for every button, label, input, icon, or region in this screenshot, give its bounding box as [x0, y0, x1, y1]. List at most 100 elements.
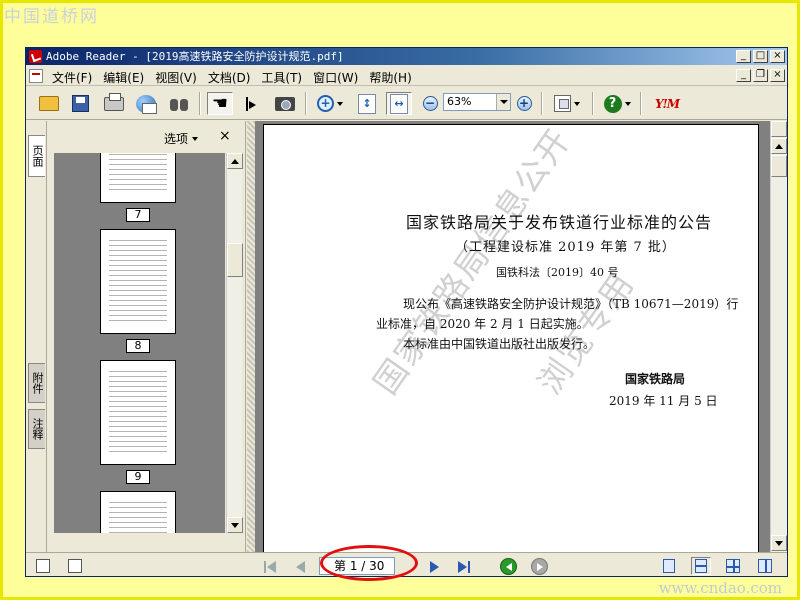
document-icon[interactable] — [29, 69, 43, 83]
print-button[interactable] — [101, 92, 127, 115]
toolbar-separator — [305, 92, 307, 115]
panel-splitter[interactable] — [247, 121, 255, 552]
thumbnail-list[interactable]: 7 8 9 — [54, 153, 225, 533]
facing-layout-button[interactable] — [723, 557, 743, 575]
search-button[interactable] — [166, 92, 192, 115]
select-text-icon — [244, 96, 260, 112]
next-view-button[interactable] — [531, 558, 548, 575]
first-page-button[interactable] — [262, 559, 278, 575]
menu-tools[interactable]: 工具(T) — [261, 69, 302, 86]
toolbar-separator — [199, 92, 201, 115]
email-icon — [136, 94, 157, 114]
chevron-down-icon — [574, 101, 580, 106]
page-number-field[interactable]: 第 1 / 30 页 — [319, 557, 395, 576]
chevron-down-icon — [624, 101, 631, 106]
zoom-tool-button[interactable]: + — [313, 92, 347, 115]
chevron-down-icon — [337, 101, 343, 106]
adobe-reader-app-icon[interactable] — [29, 50, 42, 63]
document-number: 国铁科法〔2019〕40 号 — [496, 266, 619, 279]
page-info-icon[interactable] — [68, 559, 82, 573]
continuous-layout-button[interactable] — [691, 557, 711, 575]
select-text-button[interactable] — [240, 92, 264, 115]
menu-window[interactable]: 窗口(W) — [313, 69, 358, 86]
status-bar: 第 1 / 30 页 — [26, 552, 787, 576]
minimize-button[interactable]: _ — [736, 50, 751, 63]
actual-size-button[interactable]: ↕ — [355, 92, 379, 115]
tab-attachments[interactable]: 附件 — [28, 363, 45, 403]
site-logo: 中国道桥网 — [4, 7, 99, 27]
continuous-page-icon — [695, 559, 707, 573]
doc-restore-button[interactable]: ❐ — [753, 69, 768, 82]
snapshot-button[interactable] — [272, 92, 298, 115]
window-title: Adobe Reader - [2019高速铁路安全防护设计规范.pdf] — [46, 50, 344, 63]
previous-view-button[interactable] — [500, 558, 517, 575]
menu-file[interactable]: 文件(F) — [52, 69, 92, 86]
email-button[interactable] — [133, 92, 159, 115]
page-thumbnail[interactable] — [100, 153, 176, 203]
title-bar: Adobe Reader - [2019高速铁路安全防护设计规范.pdf] _ … — [26, 48, 787, 65]
scroll-up-arrow[interactable] — [771, 138, 787, 154]
open-button[interactable] — [36, 92, 62, 115]
menu-document[interactable]: 文档(D) — [208, 69, 251, 86]
fit-width-button[interactable]: ↔ — [386, 92, 412, 115]
tab-comments[interactable]: 注释 — [28, 409, 45, 449]
menu-edit[interactable]: 编辑(E) — [103, 69, 144, 86]
panel-close-icon[interactable]: × — [219, 128, 231, 144]
document-body: 业标准，自 2020 年 2 月 1 日起实施。 — [376, 317, 589, 331]
single-page-icon — [663, 559, 675, 573]
side-tabs: 页面 附件 注释 — [26, 121, 47, 552]
monitor-icon[interactable] — [36, 559, 50, 573]
next-page-button[interactable] — [426, 559, 442, 575]
zoom-in-icon: + — [317, 95, 334, 112]
maximize-button[interactable]: □ — [753, 50, 768, 63]
document-view[interactable]: 国家铁路局信息公开 浏览专用 国家铁路局关于发布铁道行业标准的公告 （工程建设标… — [255, 121, 770, 552]
menu-bar: 文件(F) 编辑(E) 视图(V) 文档(D) 工具(T) 窗口(W) 帮助(H… — [26, 66, 787, 86]
yahoo-search-button[interactable]: Y!M — [648, 92, 686, 115]
close-button[interactable]: × — [770, 50, 785, 63]
doc-close-button[interactable]: × — [770, 69, 785, 82]
last-page-button[interactable] — [456, 559, 472, 575]
save-button[interactable] — [68, 92, 92, 115]
scroll-thumb[interactable] — [771, 155, 787, 177]
menu-help[interactable]: 帮助(H) — [369, 69, 411, 86]
doc-minimize-button[interactable]: _ — [736, 69, 751, 82]
print-icon — [104, 92, 124, 111]
scroll-thumb[interactable] — [227, 243, 243, 277]
previous-page-button[interactable] — [292, 559, 308, 575]
scroll-right-arrow[interactable] — [771, 121, 787, 137]
document-scrollbar[interactable] — [770, 121, 787, 552]
zoom-out-minus-icon: − — [422, 96, 438, 111]
options-button[interactable]: 选项 — [164, 130, 199, 147]
issuing-organization: 国家铁路局 — [625, 372, 686, 386]
yahoo-icon: Y!M — [654, 96, 680, 111]
menu-view[interactable]: 视图(V) — [155, 69, 197, 86]
snapshot-camera-icon — [275, 96, 295, 111]
document-body: 现公布《高速铁路安全防护设计规范》（TB 10671—2019）行 — [403, 297, 739, 311]
continuous-facing-layout-button[interactable] — [755, 557, 775, 575]
zoom-out-button[interactable]: − — [420, 92, 440, 115]
scroll-down-arrow[interactable] — [227, 517, 243, 533]
zoom-in-button[interactable]: + — [514, 92, 534, 115]
pdf-page: 国家铁路局信息公开 浏览专用 国家铁路局关于发布铁道行业标准的公告 （工程建设标… — [263, 124, 759, 552]
single-page-layout-button[interactable] — [659, 557, 679, 575]
page-thumbnail[interactable] — [100, 491, 176, 533]
help-button[interactable]: ? — [600, 92, 634, 115]
pages-menu-button[interactable] — [550, 92, 584, 115]
tab-pages[interactable]: 页面 — [28, 135, 45, 177]
fit-width-icon: ↔ — [390, 93, 408, 114]
page-thumbnail-label: 9 — [126, 470, 150, 484]
zoom-level-combo[interactable]: 63% — [443, 93, 511, 111]
chevron-down-icon[interactable] — [496, 94, 510, 110]
fit-page-icon: ↕ — [358, 93, 376, 114]
scroll-down-arrow[interactable] — [771, 535, 787, 551]
page-thumbnail[interactable] — [100, 360, 176, 465]
thumbnail-scrollbar[interactable] — [226, 153, 243, 533]
issue-date: 2019 年 11 月 5 日 — [609, 394, 718, 408]
page-thumbnail-label: 8 — [126, 339, 150, 353]
toolbar-separator — [541, 92, 543, 115]
hand-tool-button[interactable]: ☚ — [207, 92, 233, 115]
arrow-left-icon — [505, 562, 512, 571]
page-thumbnail[interactable] — [100, 229, 176, 334]
menu-items: 文件(F) 编辑(E) 视图(V) 文档(D) 工具(T) 窗口(W) 帮助(H… — [52, 69, 412, 86]
scroll-up-arrow[interactable] — [227, 153, 243, 169]
